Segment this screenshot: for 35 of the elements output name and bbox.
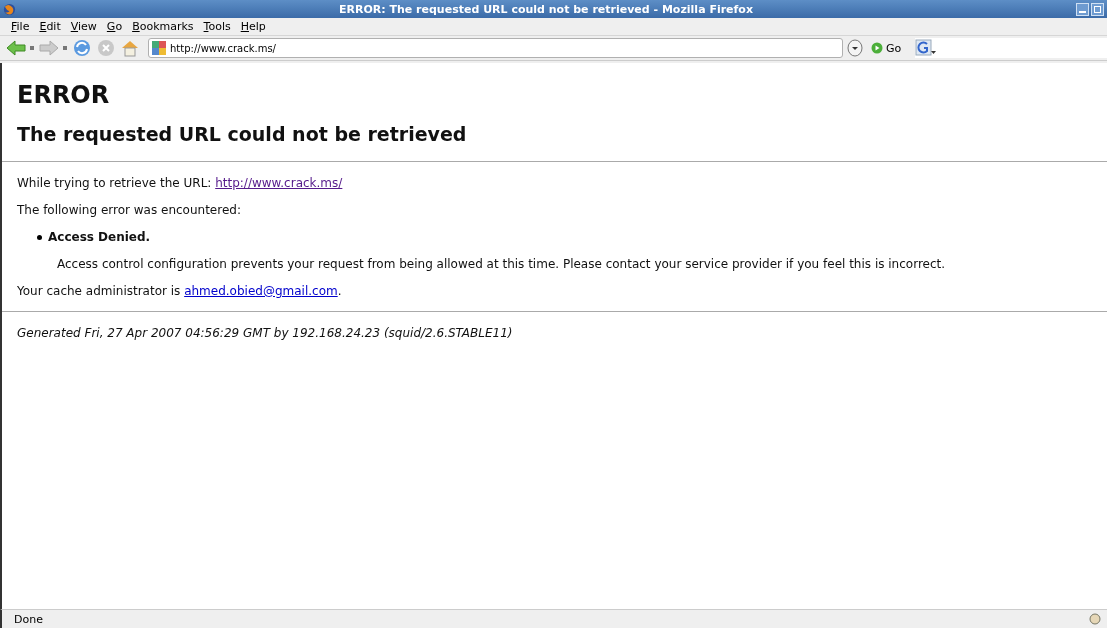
bullet-icon: [37, 234, 42, 240]
admin-sentence: Your cache administrator is ahmed.obied@gmail.com.: [17, 284, 343, 298]
search-engine-icon[interactable]: [915, 39, 938, 57]
generated-footer: Generated Fri, 27 Apr 2007 04:56:29 GMT by 192.168.24.23 (squid/2.6.STABLE11): [17, 326, 1107, 340]
error-intro: The following error was encountered:: [17, 203, 242, 217]
go-button[interactable]: Go: [867, 41, 906, 55]
firefox-logo-icon: [3, 2, 16, 16]
menu-item[interactable]: Help: [235, 20, 271, 33]
maximize-icon[interactable]: [1091, 2, 1104, 16]
minimize-icon[interactable]: [1076, 2, 1089, 16]
back-arrow-icon[interactable]: [6, 39, 26, 57]
page-subheading: The requested URL could not be retrieved: [17, 123, 468, 145]
menu-item[interactable]: Bookmarks: [127, 20, 199, 33]
window-title: ERROR: The requested URL could not be retrieved - Mozilla Firefox: [338, 2, 754, 16]
menu-item[interactable]: Edit: [34, 20, 66, 33]
url-link[interactable]: http://www.crack.ms/: [215, 176, 343, 190]
dropdown-icon[interactable]: [847, 39, 863, 57]
status-icon: [1089, 613, 1101, 625]
menu-item[interactable]: Tools: [198, 20, 236, 33]
page-heading: ERROR: [17, 81, 111, 109]
go-icon: [871, 42, 883, 54]
menu-item[interactable]: Go: [101, 20, 128, 33]
home-icon[interactable]: [120, 38, 140, 58]
address-field[interactable]: http://www.crack.ms/: [148, 38, 843, 58]
menu-item[interactable]: View: [65, 20, 102, 33]
error-title: Access Denied.: [48, 230, 151, 244]
error-detail: Access control configuration prevents your request from being allowed at this time. Please contact your service provider if you feel this is incorrect.: [57, 257, 947, 271]
status-text: Done: [14, 612, 44, 626]
reload-icon[interactable]: [72, 38, 92, 58]
forward-arrow-icon[interactable]: [39, 39, 59, 57]
menu-item[interactable]: File: [6, 20, 35, 33]
email-link[interactable]: ahmed.obied@gmail.com: [184, 284, 338, 298]
search-field[interactable]: [915, 38, 1107, 58]
url-sentence: While trying to retrieve the URL: http://www.crack.ms/: [17, 176, 344, 190]
site-icon: [152, 41, 166, 55]
